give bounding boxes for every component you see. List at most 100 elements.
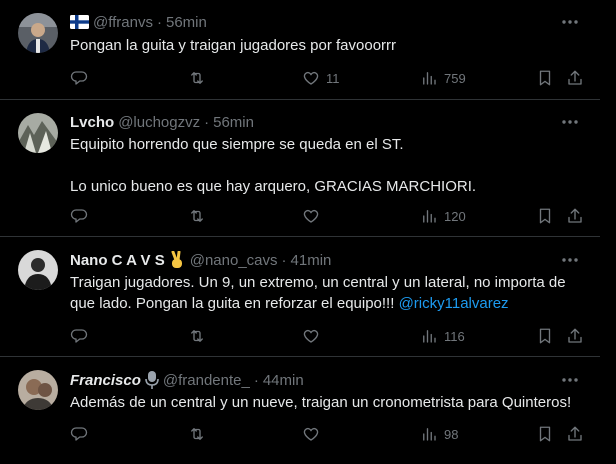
share-button[interactable] [566, 424, 584, 444]
views-chart-icon [423, 330, 436, 343]
views-chart-icon [423, 210, 436, 223]
view-count: 759 [444, 70, 466, 86]
tweet-text-segment: que lado. Pongan la guita en reforzar el… [70, 295, 399, 312]
bookmark-button[interactable] [536, 326, 554, 346]
bookmark-button[interactable] [536, 424, 554, 444]
tweet-actions: 11 759 [70, 68, 590, 88]
mention-link[interactable]: @ricky11alvarez [399, 295, 509, 312]
avatar[interactable] [18, 113, 58, 153]
retweet-button[interactable] [188, 206, 206, 226]
user-handle[interactable]: @frandente_ [163, 372, 250, 389]
bookmark-icon [539, 426, 551, 442]
tweet-text-line: Traigan jugadores. Un 9, un extremo, un … [70, 274, 566, 291]
tweet-header: @ffranvs · 56min [70, 12, 580, 32]
avatar[interactable] [18, 370, 58, 410]
more-options-icon[interactable] [560, 250, 580, 270]
timestamp[interactable]: 56min [213, 114, 254, 131]
heart-icon [303, 209, 319, 223]
tweet[interactable]: Francisco @frandente_ · 44min Además de … [0, 357, 600, 464]
avatar[interactable] [18, 250, 58, 290]
tweet-actions: 98 [70, 424, 590, 444]
heart-icon [303, 71, 319, 85]
bookmark-button[interactable] [536, 206, 554, 226]
like-button[interactable]: 11 [302, 68, 340, 88]
separator: · [156, 13, 162, 31]
share-button[interactable] [566, 68, 584, 88]
like-button[interactable] [302, 326, 320, 346]
reply-button[interactable] [70, 326, 88, 346]
more-options-icon[interactable] [560, 12, 580, 32]
heart-icon [303, 329, 319, 343]
tweet-text: Traigan jugadores. Un 9, un extremo, un … [70, 272, 580, 314]
tweet[interactable]: Lvcho @luchogzvz · 56min Equipito horren… [0, 100, 600, 237]
bookmark-icon [539, 208, 551, 224]
views-button[interactable]: 120 [420, 206, 466, 226]
user-handle[interactable]: @ffranvs [93, 14, 153, 31]
retweet-button[interactable] [188, 424, 206, 444]
display-name[interactable]: Lvcho [70, 114, 114, 131]
microphone-emoji-icon [145, 371, 159, 389]
view-count: 98 [444, 426, 459, 442]
retweet-icon [191, 330, 203, 342]
separator: · [281, 251, 287, 269]
retweet-icon [191, 428, 203, 440]
more-options-icon[interactable] [560, 112, 580, 132]
separator: · [253, 371, 259, 389]
tweet-text-line: Equipito horrendo que siempre se queda e… [70, 136, 404, 153]
reply-button[interactable] [70, 424, 88, 444]
retweet-button[interactable] [188, 68, 206, 88]
tweet-text-line: que lado. Pongan la guita en reforzar el… [70, 293, 580, 314]
retweet-icon [191, 210, 203, 222]
separator: · [204, 113, 210, 131]
share-icon [568, 426, 582, 441]
views-button[interactable]: 116 [420, 326, 465, 346]
like-count: 11 [326, 70, 340, 86]
bookmark-button[interactable] [536, 68, 554, 88]
like-button[interactable] [302, 424, 320, 444]
tweet-text: Equipito horrendo que siempre se queda e… [70, 134, 580, 197]
reply-icon [70, 427, 88, 441]
tweet-header: Nano C A V S @nano_cavs · 41min [70, 250, 580, 270]
retweet-button[interactable] [188, 326, 206, 346]
reply-button[interactable] [70, 68, 88, 88]
views-button[interactable]: 98 [420, 424, 458, 444]
tweet-actions: 120 [70, 206, 590, 226]
tweet-text-line: Pongan la guita y traigan jugadores por … [70, 37, 397, 54]
share-button[interactable] [566, 206, 584, 226]
reply-icon [70, 71, 88, 85]
views-chart-icon [423, 72, 436, 85]
timeline: @ffranvs · 56min Pongan la guita y traig… [0, 0, 616, 464]
bookmark-icon [539, 328, 551, 344]
finland-flag-icon [70, 15, 89, 29]
share-icon [568, 208, 582, 223]
more-options-icon[interactable] [560, 370, 580, 390]
user-handle[interactable]: @luchogzvz [118, 114, 200, 131]
view-count: 120 [444, 208, 466, 224]
reply-icon [70, 209, 88, 223]
reply-icon [70, 329, 88, 343]
share-button[interactable] [566, 326, 584, 346]
tweet-actions: 116 [70, 326, 590, 346]
heart-icon [303, 427, 319, 441]
views-chart-icon [423, 428, 436, 441]
tweet-text-line: Además de un central y un nueve, traigan… [70, 394, 572, 411]
timestamp[interactable]: 41min [291, 252, 332, 269]
views-button[interactable]: 759 [420, 68, 466, 88]
retweet-icon [191, 72, 203, 84]
tweet-text: Pongan la guita y traigan jugadores por … [70, 35, 580, 56]
avatar[interactable] [18, 13, 58, 53]
timestamp[interactable]: 56min [166, 14, 207, 31]
reply-button[interactable] [70, 206, 88, 226]
bookmark-icon [539, 70, 551, 86]
tweet[interactable]: @ffranvs · 56min Pongan la guita y traig… [0, 0, 600, 100]
tweet-text-line: Lo unico bueno es que hay arquero, GRACI… [70, 178, 477, 195]
tweet[interactable]: Nano C A V S @nano_cavs · 41min Traigan … [0, 237, 600, 357]
user-handle[interactable]: @nano_cavs [190, 252, 278, 269]
display-name[interactable]: Nano C A V S [70, 252, 165, 269]
tweet-header: Lvcho @luchogzvz · 56min [70, 112, 580, 132]
display-name[interactable]: Francisco [70, 372, 141, 389]
view-count: 116 [444, 328, 465, 344]
timestamp[interactable]: 44min [263, 372, 304, 389]
like-button[interactable] [302, 206, 320, 226]
